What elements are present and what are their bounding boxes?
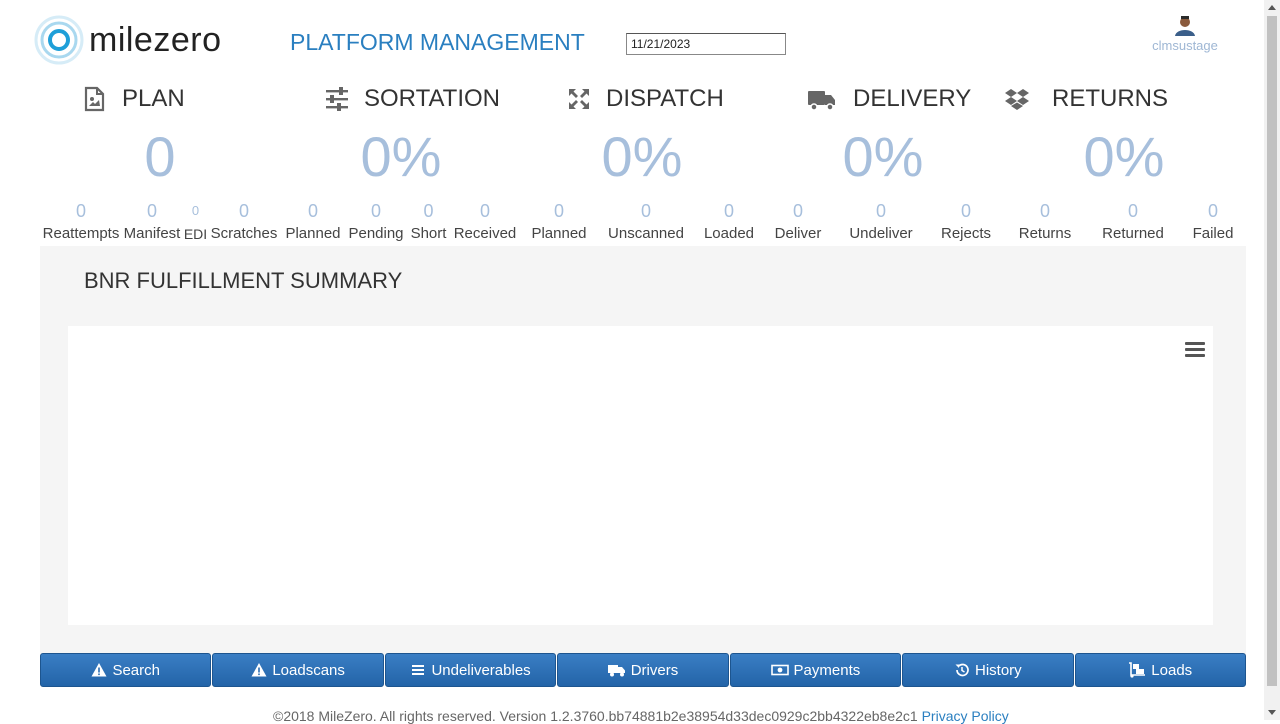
stat-failed[interactable]: 0 Failed: [1188, 200, 1238, 245]
stat-returns[interactable]: 0 Returns: [1013, 200, 1077, 245]
section-plan[interactable]: PLAN: [82, 84, 185, 114]
stat-dispatch-planned[interactable]: 0 Planned: [527, 200, 591, 245]
sortation-metric: 0%: [360, 125, 442, 188]
footer: ©2018 MileZero. All rights reserved. Ver…: [273, 708, 1009, 724]
button-label: Search: [112, 661, 160, 679]
section-label: SORTATION: [364, 85, 501, 112]
logo-text: milezero: [89, 21, 222, 59]
section-label: DELIVERY: [853, 85, 972, 112]
scroll-thumb[interactable]: [1267, 16, 1277, 686]
expand-arrows-icon: [569, 89, 589, 109]
button-label: Loads: [1151, 661, 1193, 679]
scroll-up-arrow-icon[interactable]: [1268, 5, 1276, 10]
drivers-button[interactable]: Drivers: [557, 653, 729, 687]
privacy-policy-link[interactable]: Privacy Policy: [922, 708, 1009, 724]
button-label: Loadscans: [272, 661, 345, 679]
button-label: History: [974, 661, 1022, 679]
stat-deliver[interactable]: 0 Deliver: [772, 200, 824, 245]
button-label: Drivers: [630, 661, 679, 679]
file-document-icon: [84, 86, 105, 112]
scroll-down-arrow-icon[interactable]: [1268, 710, 1276, 715]
list-icon: [412, 665, 425, 675]
stat-pending[interactable]: 0 Pending: [346, 200, 406, 245]
returns-metric: 0%: [1083, 125, 1165, 188]
avatar: [1172, 14, 1198, 36]
loadscans-button[interactable]: Loadscans: [212, 653, 384, 687]
section-label: RETURNS: [1052, 85, 1169, 112]
dolly-icon: [1129, 662, 1146, 678]
stat-scratches[interactable]: 0 Scratches: [209, 200, 279, 245]
logo[interactable]: milezero: [34, 15, 249, 67]
button-label: Payments: [793, 661, 861, 679]
stat-returned[interactable]: 0 Returned: [1098, 200, 1168, 245]
stat-unscanned[interactable]: 0 Unscanned: [605, 200, 687, 245]
delivery-metric: 0%: [842, 125, 924, 188]
username: clmsustage: [1152, 38, 1218, 53]
action-button-bar: Search Loadscans Undeliverables Drivers …: [40, 653, 1246, 687]
section-returns[interactable]: RETURNS: [1004, 84, 1168, 114]
money-bill-icon: [770, 664, 789, 676]
payments-button[interactable]: Payments: [729, 653, 902, 687]
stat-loaded[interactable]: 0 Loaded: [701, 200, 757, 245]
dropbox-icon: [1005, 89, 1029, 110]
summary-title: BNR FULFILLMENT SUMMARY: [84, 268, 403, 293]
section-label: DISPATCH: [606, 85, 724, 112]
truck-icon: [607, 665, 625, 677]
dispatch-metric: 0%: [601, 125, 683, 188]
stat-received[interactable]: 0 Received: [452, 200, 518, 245]
stat-edi[interactable]: 0 EDI: [182, 200, 209, 245]
stat-manifest[interactable]: 0 Manifest: [122, 200, 182, 245]
stat-planned[interactable]: 0 Planned: [282, 200, 344, 245]
warning-icon: [91, 663, 107, 677]
stat-short[interactable]: 0 Short: [408, 200, 449, 245]
history-button[interactable]: History: [902, 653, 1074, 687]
page-title: PLATFORM MANAGEMENT: [290, 29, 585, 55]
section-sortation[interactable]: SORTATION: [324, 84, 500, 114]
button-label: Undeliverables: [431, 661, 531, 679]
stat-undeliver[interactable]: 0 Undeliver: [846, 200, 916, 245]
date-input[interactable]: [626, 33, 786, 55]
page-scrollbar[interactable]: [1264, 0, 1280, 720]
warning-icon: [251, 663, 267, 677]
summary-chart-area: [68, 326, 1213, 625]
stat-rejects[interactable]: 0 Rejects: [937, 200, 995, 245]
truck-icon: [808, 91, 835, 111]
user-menu[interactable]: clmsustage: [1148, 14, 1222, 53]
section-label: PLAN: [122, 85, 185, 112]
loads-button[interactable]: Loads: [1074, 653, 1246, 687]
section-delivery[interactable]: DELIVERY: [807, 84, 971, 114]
logo-ring-icon: [34, 15, 84, 65]
hamburger-menu-icon[interactable]: [1185, 342, 1205, 358]
history-icon: [955, 663, 969, 677]
plan-metric: 0: [144, 125, 176, 188]
footer-text: ©2018 MileZero. All rights reserved. Ver…: [273, 708, 918, 724]
stat-reattempts[interactable]: 0 Reattempts: [41, 200, 121, 245]
undeliverables-button[interactable]: Undeliverables: [384, 653, 557, 687]
section-dispatch[interactable]: DISPATCH: [566, 84, 724, 114]
search-button[interactable]: Search: [40, 653, 212, 687]
sliders-icon: [326, 87, 348, 111]
